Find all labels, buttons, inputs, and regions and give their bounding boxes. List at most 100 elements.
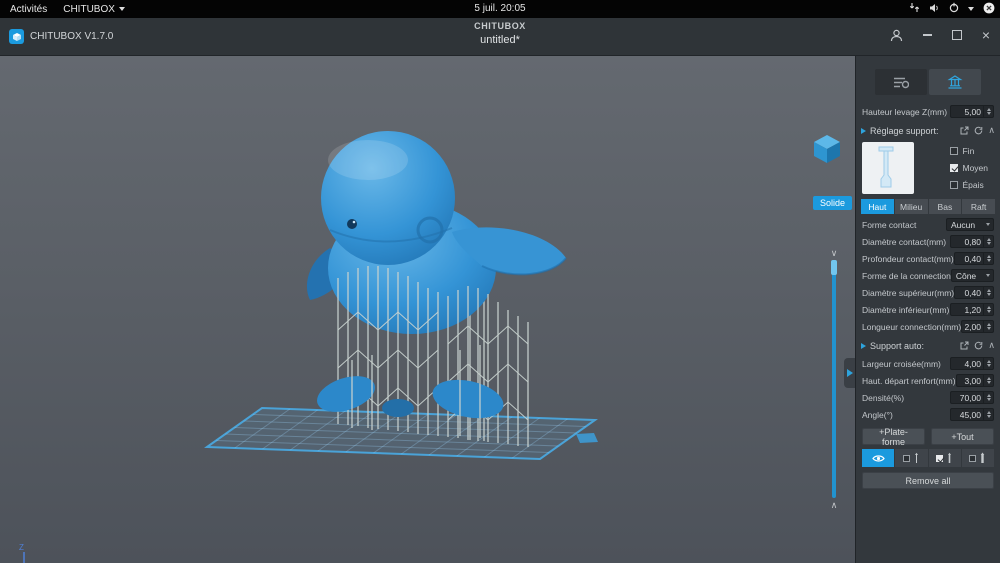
collapse-section-icon[interactable]: ∧ — [988, 126, 995, 135]
z-slider-track[interactable] — [831, 260, 837, 498]
tab-support-settings[interactable] — [929, 69, 981, 95]
tab-bas[interactable]: Bas — [928, 199, 962, 214]
tab-slice-settings[interactable] — [875, 69, 927, 95]
support-type-medium-button[interactable] — [928, 449, 961, 467]
spinner-arrows[interactable] — [983, 392, 993, 403]
export-settings-icon[interactable] — [960, 337, 969, 355]
checkbox-fin-label: Fin — [962, 146, 975, 156]
support-section-tabs: Haut Milieu Bas Raft — [861, 199, 995, 214]
caret-down-icon — [983, 223, 993, 226]
support-settings-panel: Hauteur levage Z(mm) 5,00 Réglage suppor… — [855, 55, 1000, 563]
network-icon[interactable] — [909, 2, 920, 16]
volume-icon[interactable] — [929, 3, 940, 16]
app-menu-button[interactable]: CHITUBOX — [63, 4, 125, 15]
model-whale[interactable] — [306, 131, 567, 334]
spinner-value: 45,00 — [959, 409, 981, 420]
checkbox-moyen[interactable]: Moyen — [950, 163, 988, 173]
spinner-value: 1,20 — [964, 304, 981, 315]
minimize-icon — [922, 34, 932, 36]
field-longueur-connection: Longueur connection(mm) 2,00 — [862, 319, 994, 334]
z-slider[interactable]: ∨ ∧ — [827, 248, 841, 510]
z-slider-handle[interactable] — [831, 260, 837, 275]
spinner-arrows[interactable] — [983, 409, 993, 420]
densite-spinner[interactable]: 70,00 — [950, 391, 994, 404]
tab-haut[interactable]: Haut — [861, 199, 894, 214]
field-label: Profondeur contact(mm) — [862, 253, 954, 264]
add-all-supports-button[interactable]: +Tout — [931, 428, 994, 445]
collapse-section-icon[interactable]: ∧ — [988, 341, 995, 350]
export-settings-icon[interactable] — [960, 122, 969, 140]
lift-height-spinner[interactable]: 5,00 — [950, 105, 994, 118]
slider-chevron-down-icon[interactable]: ∨ — [831, 248, 838, 258]
checkbox-fin[interactable]: Fin — [950, 146, 988, 156]
diametre-superieur-spinner[interactable]: 0,40 — [954, 286, 994, 299]
spinner-arrows[interactable] — [983, 253, 993, 264]
diametre-inferieur-spinner[interactable]: 1,20 — [950, 303, 994, 316]
field-diametre-contact: Diamètre contact(mm) 0,80 — [862, 234, 994, 249]
view-cube-icon[interactable] — [810, 133, 844, 165]
field-haut-depart-renfort: Haut. départ renfort(mm) 3,00 — [862, 373, 994, 388]
forme-connection-select[interactable]: Cône — [950, 269, 994, 282]
play-icon — [861, 127, 866, 134]
add-platform-supports-button[interactable]: +Plate-forme — [862, 427, 925, 447]
clock[interactable]: 5 juil. 20:05 — [474, 0, 525, 18]
haut-depart-renfort-spinner[interactable]: 3,00 — [955, 374, 994, 387]
thickness-options: Fin Moyen Épais — [950, 142, 994, 194]
chitubox-logo-icon — [9, 29, 24, 44]
checkbox-epais[interactable]: Épais — [950, 180, 988, 190]
reset-settings-icon[interactable] — [974, 337, 983, 355]
spinner-arrows[interactable] — [983, 106, 993, 117]
select-value: Cône — [955, 270, 977, 281]
power-icon[interactable] — [949, 2, 959, 16]
render-mode-button[interactable]: Solide — [813, 196, 853, 210]
support-type-light-button[interactable] — [895, 449, 928, 467]
panel-collapse-handle[interactable] — [844, 358, 855, 388]
caret-down-icon — [118, 7, 125, 11]
field-forme-connection: Forme de la connection Cône — [862, 268, 994, 283]
system-menu-caret-icon[interactable] — [968, 7, 974, 11]
spinner-arrows[interactable] — [983, 321, 993, 332]
support-visibility-row — [862, 449, 994, 467]
tab-milieu[interactable]: Milieu — [894, 199, 928, 214]
spinner-arrows[interactable] — [983, 375, 993, 386]
minimize-button[interactable] — [922, 27, 932, 43]
user-account-icon[interactable] — [890, 27, 903, 43]
maximize-button[interactable] — [951, 27, 962, 43]
spinner-arrows[interactable] — [983, 304, 993, 315]
window-title-bar[interactable]: CHITUBOX V1.7.0 CHITUBOX untitled* × — [0, 18, 1000, 56]
spinner-arrows[interactable] — [983, 236, 993, 247]
forme-contact-select[interactable]: Aucun — [946, 218, 994, 231]
toggle-supports-visible-button[interactable] — [862, 449, 895, 467]
spinner-value: 0,80 — [964, 236, 981, 247]
play-icon — [861, 342, 866, 349]
longueur-connection-spinner[interactable]: 2,00 — [961, 320, 994, 333]
remove-all-supports-button[interactable]: Remove all — [862, 472, 994, 489]
checkbox-icon — [969, 454, 977, 462]
scene-canvas[interactable] — [0, 55, 855, 563]
support-type-heavy-button[interactable] — [961, 449, 994, 467]
slider-chevron-up-icon[interactable]: ∧ — [831, 500, 838, 510]
tab-raft[interactable]: Raft — [962, 199, 995, 214]
profondeur-contact-spinner[interactable]: 0,40 — [953, 252, 994, 265]
activities-button[interactable]: Activités — [10, 4, 47, 15]
lift-height-label: Hauteur levage Z(mm) — [862, 106, 948, 117]
field-densite: Densité(%) 70,00 — [862, 390, 994, 405]
screencast-stop-icon[interactable] — [983, 2, 995, 17]
angle-spinner[interactable]: 45,00 — [950, 408, 994, 421]
checkbox-icon — [950, 181, 959, 189]
document-title: untitled* — [480, 34, 520, 46]
checkbox-icon — [950, 147, 959, 155]
spinner-value: 0,40 — [964, 253, 981, 264]
support-heavy-icon — [981, 452, 985, 463]
close-button[interactable]: × — [982, 27, 990, 43]
checkbox-epais-label: Épais — [962, 180, 984, 190]
auto-support-header: Support auto: ∧ — [861, 337, 995, 354]
model-viewport[interactable]: Solide ∨ ∧ Z X Y — [0, 55, 855, 563]
spinner-arrows[interactable] — [983, 358, 993, 369]
spinner-arrows[interactable] — [983, 287, 993, 298]
largeur-croisee-spinner[interactable]: 4,00 — [950, 357, 994, 370]
field-angle: Angle(°) 45,00 — [862, 407, 994, 422]
reset-settings-icon[interactable] — [974, 122, 983, 140]
field-label: Haut. départ renfort(mm) — [862, 375, 956, 386]
diametre-contact-spinner[interactable]: 0,80 — [950, 235, 994, 248]
